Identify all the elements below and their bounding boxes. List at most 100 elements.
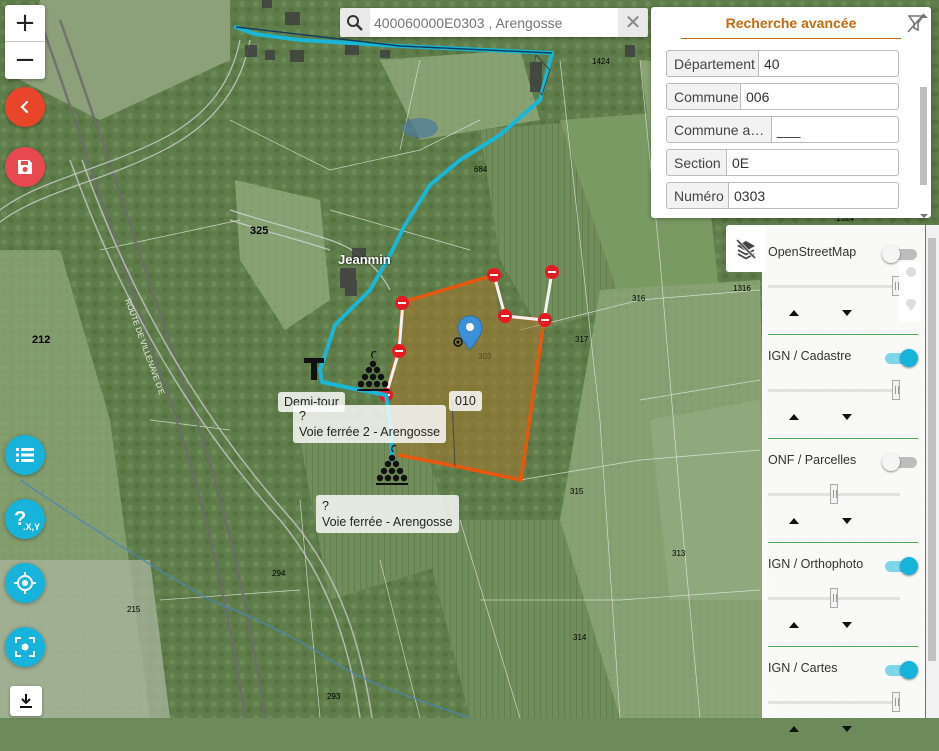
move-layer-down-icon[interactable]: [840, 307, 854, 319]
move-layer-up-icon[interactable]: [787, 619, 801, 631]
svg-text:313: 313: [672, 549, 686, 558]
chevron-left-icon: [20, 100, 29, 114]
slider-handle[interactable]: [830, 588, 838, 608]
zoom-out-button[interactable]: −: [5, 41, 45, 78]
vertex-handle: [487, 268, 501, 282]
advanced-search-title: Recherche avancée: [725, 15, 857, 31]
scrollbar-thumb[interactable]: [920, 87, 927, 185]
svg-text:293: 293: [327, 692, 341, 701]
svg-text:1316: 1316: [733, 284, 751, 293]
layer-opacity-slider[interactable]: [768, 692, 900, 714]
layer-opacity-slider[interactable]: [768, 588, 900, 610]
svg-text:315: 315: [570, 487, 584, 496]
layer-name: IGN / Cartes: [768, 661, 838, 675]
list-icon: [16, 448, 34, 462]
list-button[interactable]: [5, 435, 45, 475]
layer-row: IGN / Cartes: [762, 647, 925, 751]
move-layer-up-icon[interactable]: [787, 411, 801, 423]
svg-text:215: 215: [127, 605, 141, 614]
crosshair-icon: [14, 572, 36, 594]
field-numero: Numéro 0303: [666, 182, 899, 209]
layer-name: IGN / Orthophoto: [768, 557, 864, 571]
floppy-disk-icon: [18, 160, 32, 174]
clear-icon[interactable]: ✕: [622, 10, 644, 34]
coordinates-button[interactable]: ? .X,Y: [5, 499, 45, 539]
layer-visibility-toggle[interactable]: [882, 661, 918, 679]
move-layer-up-icon[interactable]: [787, 307, 801, 319]
layer-opacity-slider[interactable]: [768, 484, 900, 506]
vertex-handle: [498, 309, 512, 323]
advanced-search-panel: Recherche avancée Département 40 Commune…: [651, 7, 931, 218]
field-label: Commune: [666, 83, 741, 110]
vertex-handle: [538, 313, 552, 327]
layer-visibility-toggle[interactable]: [882, 453, 918, 471]
layer-scrollbar-thumb[interactable]: [928, 238, 936, 661]
poi-name: Voie ferrée 2 - Arengosse: [299, 425, 441, 439]
field-label: Département: [666, 50, 759, 77]
poi-title: ?: [322, 499, 329, 513]
move-layer-down-icon[interactable]: [840, 619, 854, 631]
back-button[interactable]: [5, 87, 45, 127]
layer-visibility-toggle[interactable]: [882, 245, 918, 263]
move-layer-down-icon[interactable]: [840, 411, 854, 423]
move-layer-down-icon[interactable]: [840, 723, 854, 735]
place-name-label: Jeanmin: [338, 252, 391, 267]
field-label: Commune a…: [666, 116, 772, 143]
layer-visibility-toggle[interactable]: [882, 349, 918, 367]
focus-button[interactable]: [5, 627, 45, 667]
vertex-handle: [545, 265, 559, 279]
save-button[interactable]: [5, 147, 45, 187]
layer-opacity-slider[interactable]: [768, 276, 900, 298]
slider-handle[interactable]: [830, 484, 838, 504]
layer-visibility-toggle[interactable]: [882, 557, 918, 575]
svg-text:325: 325: [250, 225, 268, 237]
departement-input[interactable]: 40: [759, 50, 899, 77]
layers-toggle-button[interactable]: [726, 225, 766, 272]
layer-tools: [899, 262, 921, 322]
field-commune: Commune 006: [666, 83, 899, 110]
pin-icon[interactable]: [905, 298, 917, 312]
zoom-in-button[interactable]: +: [5, 5, 45, 41]
slider-handle[interactable]: [892, 692, 900, 712]
layer-opacity-slider[interactable]: [768, 380, 900, 402]
field-label: Section: [666, 149, 727, 176]
download-icon: [20, 694, 32, 708]
search-input[interactable]: [370, 8, 618, 37]
move-layer-up-icon[interactable]: [787, 723, 801, 735]
commune-absorbee-input[interactable]: ___: [772, 116, 899, 143]
move-layer-down-icon[interactable]: [840, 515, 854, 527]
focus-frame-icon: [15, 637, 35, 657]
svg-text:294: 294: [272, 569, 286, 578]
svg-text:316: 316: [632, 294, 646, 303]
poi-popup-rail-2[interactable]: ? Voie ferrée 2 - Arengosse: [293, 405, 447, 443]
poi-popup-rail[interactable]: ? Voie ferrée - Arengosse: [316, 495, 459, 533]
numero-input[interactable]: 0303: [729, 182, 899, 209]
search-bar: ✕: [340, 8, 648, 37]
svg-text:.X,Y: .X,Y: [23, 522, 40, 532]
move-layer-up-icon[interactable]: [787, 515, 801, 527]
section-input[interactable]: 0E: [727, 149, 899, 176]
poi-title: ?: [299, 409, 306, 423]
download-button[interactable]: [10, 686, 42, 716]
layer-row: IGN / Orthophoto: [762, 543, 925, 647]
locate-button[interactable]: [5, 563, 45, 603]
field-departement: Département 40: [666, 50, 899, 77]
layer-name: ONF / Parcelles: [768, 453, 857, 467]
svg-text:317: 317: [575, 335, 589, 344]
panel-scrollbar[interactable]: [919, 14, 928, 218]
svg-text:684: 684: [474, 165, 488, 174]
layers-off-icon: [735, 238, 757, 260]
field-label: Numéro: [666, 182, 729, 209]
zoom-control: + −: [5, 5, 45, 79]
vertex-handle: [395, 296, 409, 310]
slider-handle[interactable]: [892, 380, 900, 400]
field-commune-absorbee: Commune a… ___: [666, 116, 899, 143]
svg-text:1424: 1424: [592, 57, 610, 66]
commune-input[interactable]: 006: [741, 83, 899, 110]
svg-text:212: 212: [32, 334, 50, 346]
poi-name: Voie ferrée - Arengosse: [322, 515, 453, 529]
layer-row: IGN / Cadastre: [762, 335, 925, 439]
question-xy-icon: ? .X,Y: [14, 508, 40, 532]
circle-icon[interactable]: [905, 266, 917, 278]
search-icon[interactable]: [340, 8, 370, 37]
